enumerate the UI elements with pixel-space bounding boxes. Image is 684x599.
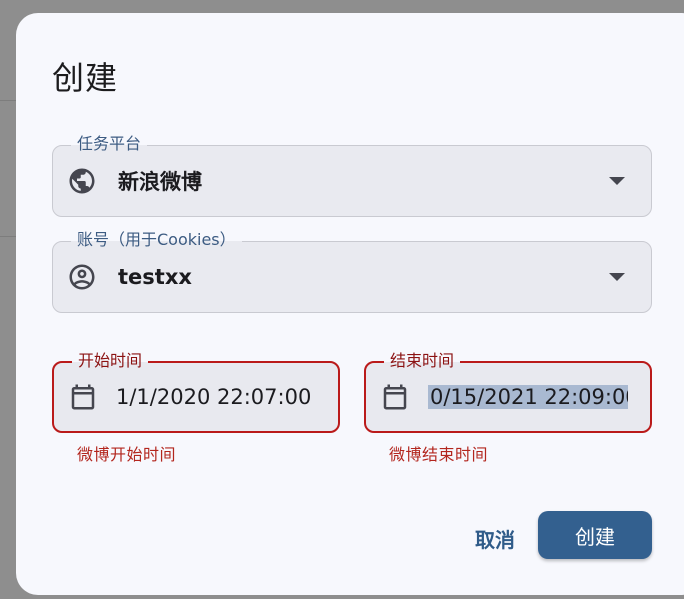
create-button[interactable]: 创建	[538, 511, 652, 559]
end-time-label: 结束时间	[384, 351, 461, 371]
end-time-input[interactable]: 0/15/2021 22:09:00	[428, 383, 628, 411]
cancel-button[interactable]: 取消	[475, 524, 515, 553]
start-time-field[interactable]: 开始时间 1/1/2020 22:07:00	[52, 351, 340, 433]
start-time-error-text: 微博开始时间	[77, 445, 177, 464]
calendar-icon[interactable]	[68, 382, 98, 412]
platform-select-value: 新浪微博	[118, 170, 202, 194]
account-select-value: testxx	[118, 265, 192, 289]
account-circle-icon	[67, 262, 97, 292]
account-select[interactable]: 账号（用于Cookies） testxx	[52, 230, 652, 313]
end-time-selected-value: 0/15/2021 22:09:00	[428, 385, 628, 409]
platform-select[interactable]: 任务平台 新浪微博	[52, 134, 652, 217]
platform-select-label: 任务平台	[71, 134, 148, 154]
calendar-icon[interactable]	[380, 382, 410, 412]
dialog-title: 创建	[52, 59, 119, 97]
globe-icon	[67, 166, 97, 196]
dropdown-arrow-icon[interactable]	[609, 273, 625, 281]
start-time-label: 开始时间	[72, 351, 149, 371]
end-time-field[interactable]: 结束时间 0/15/2021 22:09:00	[364, 351, 652, 433]
account-select-label: 账号（用于Cookies）	[71, 230, 242, 250]
start-time-value: 1/1/2020 22:07:00	[116, 385, 312, 409]
end-time-error-text: 微博结束时间	[389, 445, 489, 464]
start-time-input[interactable]: 1/1/2020 22:07:00	[116, 383, 316, 411]
dropdown-arrow-icon[interactable]	[609, 177, 625, 185]
create-dialog: 创建 任务平台 新浪微博 账号（用于Cookies） testxx 开始时间 1…	[16, 13, 684, 595]
